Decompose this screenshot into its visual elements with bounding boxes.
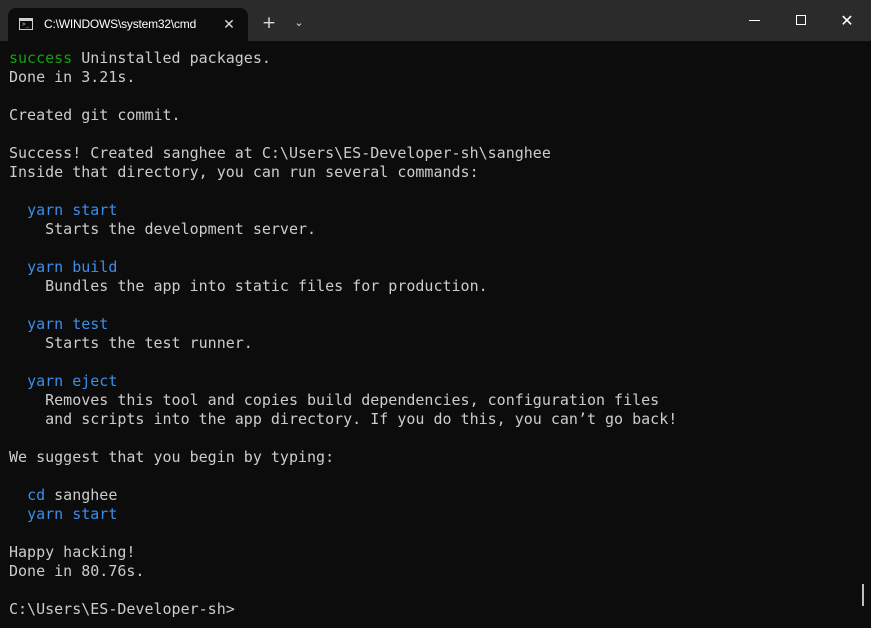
terminal-line: Removes this tool and copies build depen… (9, 391, 859, 410)
terminal-line: yarn start (9, 201, 859, 220)
terminal-line: Done in 80.76s. (9, 562, 859, 581)
terminal-line: C:\Users\ES-Developer-sh> (9, 600, 859, 619)
terminal-text: C:\Users\ES-Developer-sh> (9, 600, 235, 618)
close-window-button[interactable]: ✕ (824, 0, 870, 41)
maximize-icon (796, 15, 806, 25)
terminal-line: and scripts into the app directory. If y… (9, 410, 859, 429)
terminal-line: yarn start (9, 505, 859, 524)
new-tab-button[interactable]: + (257, 11, 281, 35)
terminal-line: Done in 3.21s. (9, 68, 859, 87)
terminal-line: success Uninstalled packages. (9, 49, 859, 68)
minimize-icon (749, 20, 760, 21)
scrollbar-indicator[interactable] (862, 584, 864, 606)
terminal-text: Happy hacking! (9, 543, 136, 561)
terminal-text: Created git commit. (9, 106, 181, 124)
terminal-text: Uninstalled packages. (72, 49, 271, 67)
tab-title: C:\WINDOWS\system32\cmd (44, 17, 197, 31)
terminal-text: yarn start (27, 201, 118, 219)
terminal-text: yarn eject (27, 372, 118, 390)
chevron-down-icon[interactable]: ⌄ (289, 11, 309, 35)
minimize-button[interactable] (732, 0, 778, 41)
terminal-text: cd (27, 486, 46, 504)
terminal-line: Starts the development server. (9, 220, 859, 239)
terminal-line: We suggest that you begin by typing: (9, 448, 859, 467)
terminal-line: Success! Created sanghee at C:\Users\ES-… (9, 144, 859, 163)
terminal-text: sanghee (45, 486, 118, 504)
terminal-line: cd sanghee (9, 486, 859, 505)
terminal-text: Starts the test runner. (9, 334, 253, 352)
terminal-text: Done in 3.21s. (9, 68, 136, 86)
terminal-text: and scripts into the app directory. If y… (9, 410, 678, 428)
terminal-line: Created git commit. (9, 106, 859, 125)
terminal-text: Done in 80.76s. (9, 562, 145, 580)
terminal-line: Happy hacking! (9, 543, 859, 562)
close-tab-icon[interactable]: ✕ (219, 15, 239, 35)
tab-cmd[interactable]: >_ C:\WINDOWS\system32\cmd ✕ (8, 8, 248, 41)
terminal-output[interactable]: success Uninstalled packages. Done in 3.2… (9, 49, 859, 619)
terminal-text: Removes this tool and copies build depen… (9, 391, 660, 409)
maximize-button[interactable] (778, 0, 824, 41)
terminal-line: Bundles the app into static files for pr… (9, 277, 859, 296)
terminal-line: yarn test (9, 315, 859, 334)
terminal-text: Bundles the app into static files for pr… (9, 277, 488, 295)
terminal-window: >_ C:\WINDOWS\system32\cmd ✕ + ⌄ ✕ succe… (0, 0, 871, 628)
terminal-line: Starts the test runner. (9, 334, 859, 353)
terminal-text: yarn test (27, 315, 109, 333)
terminal-line: Inside that directory, you can run sever… (9, 163, 859, 182)
terminal-text: success (9, 49, 73, 67)
terminal-text: yarn start (27, 505, 118, 523)
terminal-text: Success! Created sanghee at C:\Users\ES-… (9, 144, 551, 162)
terminal-text: Inside that directory, you can run sever… (9, 163, 479, 181)
terminal-text: yarn build (27, 258, 118, 276)
terminal-text: We suggest that you begin by typing: (9, 448, 335, 466)
terminal-line: yarn build (9, 258, 859, 277)
console-icon: >_ (19, 18, 33, 30)
terminal-text: Starts the development server. (9, 220, 317, 238)
title-bar[interactable]: >_ C:\WINDOWS\system32\cmd ✕ + ⌄ ✕ (0, 0, 871, 41)
terminal-line: yarn eject (9, 372, 859, 391)
